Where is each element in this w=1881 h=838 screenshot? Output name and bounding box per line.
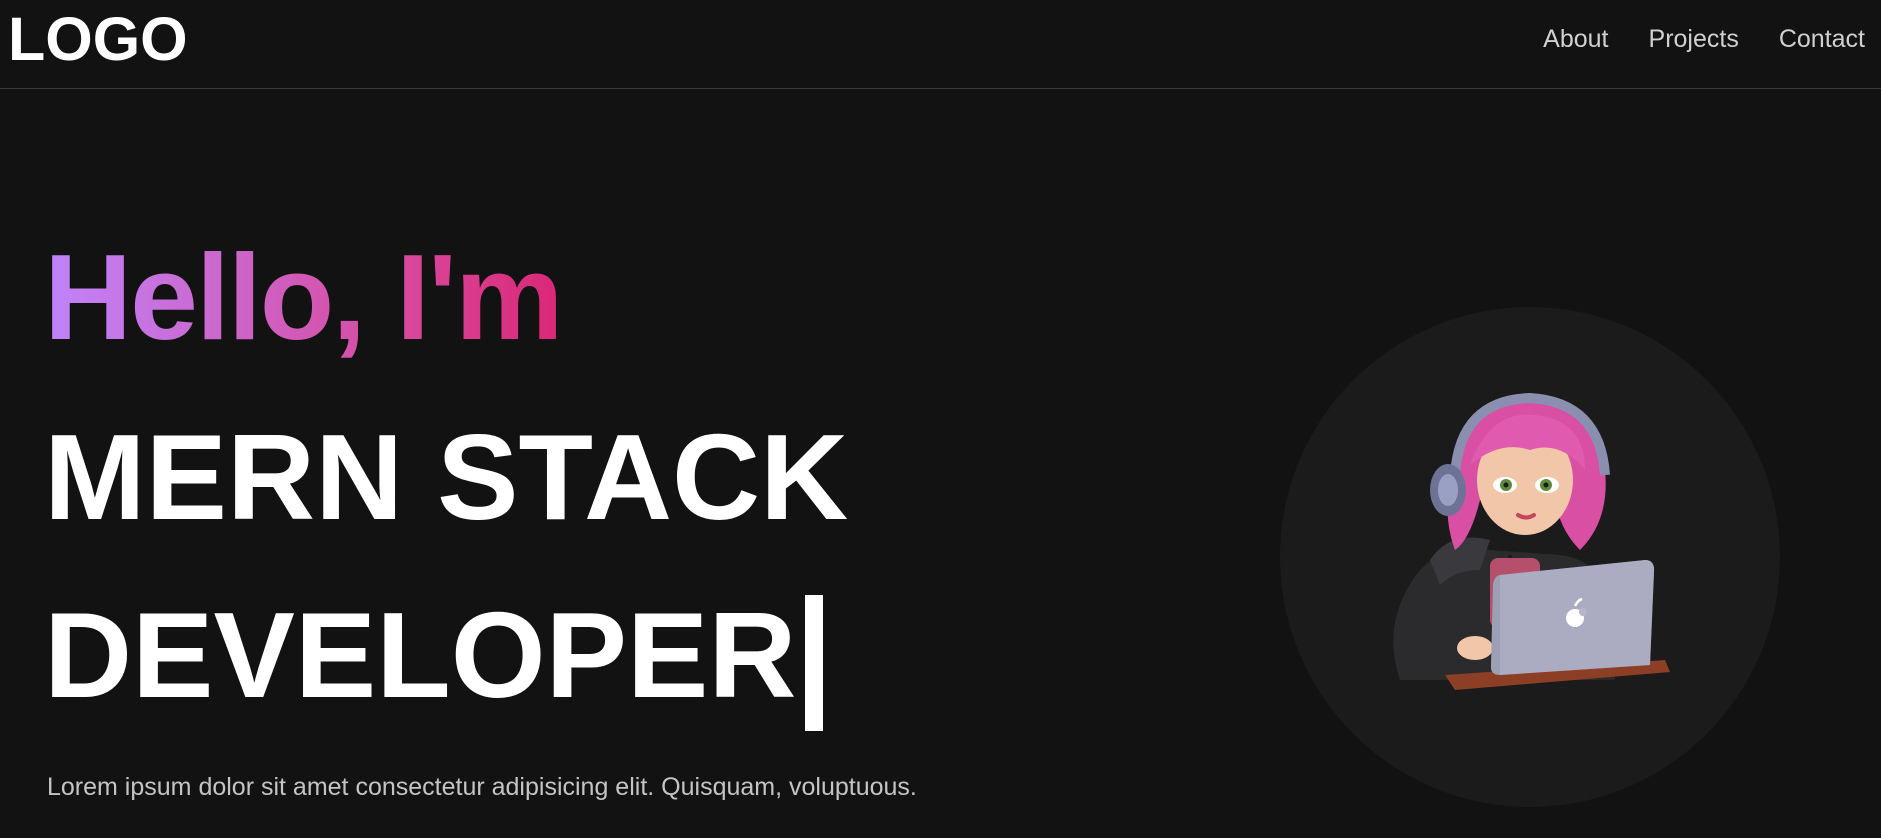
hero-description: Lorem ipsum dolor sit amet consectetur a… [47,773,917,801]
nav-link-about[interactable]: About [1543,22,1608,56]
hero-title-line2: DEVELOPER [44,590,823,731]
hero-title-line1-text: MERN STACK [44,409,849,545]
developer-avatar-icon [1393,392,1670,690]
navbar: LOGO About Projects Contact [0,0,1881,89]
hero-title-line2-text: DEVELOPER [44,587,797,723]
nav-link-contact[interactable]: Contact [1779,22,1865,56]
nav-link-projects[interactable]: Projects [1649,22,1739,56]
logo[interactable]: LOGO [8,6,188,72]
hero-title-line1: MERN STACK [44,412,848,542]
hero-greeting: Hello, I'm [44,229,563,365]
typing-cursor [804,595,823,731]
nav-links: About Projects Contact [1543,22,1865,56]
